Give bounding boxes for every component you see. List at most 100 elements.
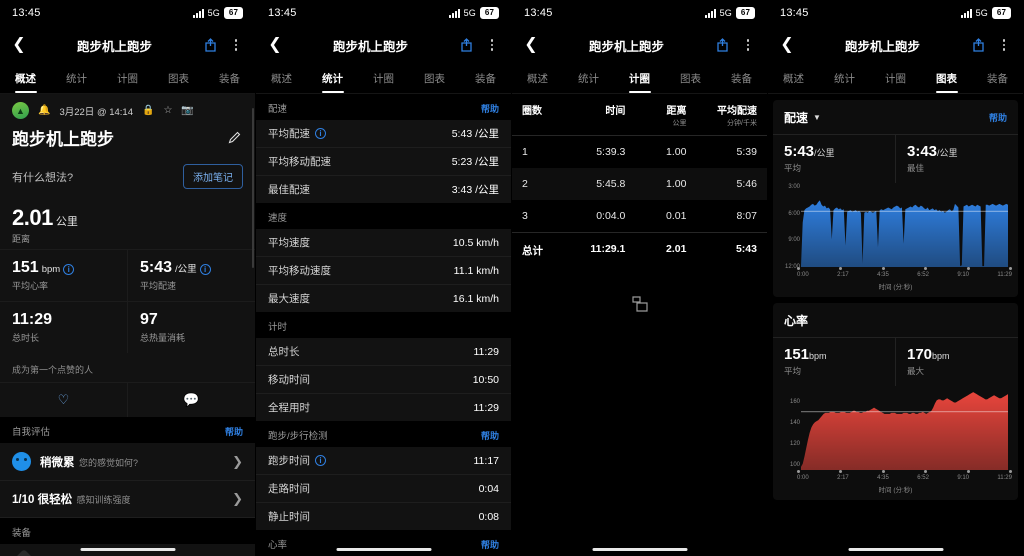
stat-grid-row-2: 11:29 总时长 97 总热量消耗 <box>0 301 255 353</box>
cell-time: 11:29.1 <box>590 243 626 255</box>
tab-laps[interactable]: 计圈 <box>614 64 665 93</box>
chart-layout-icon[interactable] <box>630 294 650 319</box>
pace-y-axis: 3:00 6:00 9:00 12:00 <box>784 184 800 270</box>
stat-avg-hr-label: 平均心率 <box>12 281 49 291</box>
section-title: 配速 <box>268 104 288 115</box>
overflow-menu-icon[interactable] <box>227 36 245 54</box>
page-title: 跑步机上跑步 <box>76 39 152 54</box>
tab-gear[interactable]: 装备 <box>972 64 1023 93</box>
tab-charts[interactable]: 图表 <box>153 64 204 93</box>
share-icon[interactable] <box>201 36 219 54</box>
chart-layout-icon-wrap <box>512 268 767 319</box>
table-row[interactable]: 3 0:04.0 0.01 8:07 <box>512 200 767 232</box>
tab-gear[interactable]: 装备 <box>460 64 511 93</box>
tab-laps[interactable]: 计圈 <box>102 64 153 93</box>
table-row[interactable]: 2 5:45.8 1.00 5:46 <box>512 168 767 200</box>
tab-stats[interactable]: 统计 <box>307 64 358 93</box>
self-assess-header: 自我评估 帮助 <box>0 417 255 443</box>
tab-stats[interactable]: 统计 <box>563 64 614 93</box>
tab-overview[interactable]: 概述 <box>256 64 307 93</box>
distance-value: 2.01 <box>12 205 53 230</box>
cell-time: 0:04.0 <box>596 210 626 222</box>
stat-avg-pace-label: 平均配速 <box>140 281 177 291</box>
add-note-button[interactable]: 添加笔记 <box>183 164 243 189</box>
info-icon[interactable]: i <box>315 128 326 139</box>
tab-stats[interactable]: 统计 <box>51 64 102 93</box>
tab-charts[interactable]: 图表 <box>409 64 460 93</box>
laps-body: 圈数 时间 距离 公里 平均配速 分钟/千米 1 5:39.3 1.00 5:3… <box>512 94 767 556</box>
star-icon[interactable]: ☆ <box>163 105 172 116</box>
overflow-menu-icon[interactable] <box>483 36 501 54</box>
back-icon[interactable]: ❮ <box>778 36 796 54</box>
help-link[interactable]: 帮助 <box>225 425 243 438</box>
section-card-speed: 平均速度 10.5 km/h 平均移动速度 11.1 km/h 最大速度 16.… <box>256 229 511 312</box>
feeling-title: 稍微累 <box>40 456 75 469</box>
heart-icon[interactable]: ♡ <box>0 383 127 417</box>
stat-row: 平均移动配速 5:23 /公里 <box>256 148 511 176</box>
share-icon[interactable] <box>969 36 987 54</box>
hr-chart-card: 心率 151bpm 平均 170bpm 最大 160 140 120 100 0… <box>773 303 1018 500</box>
tab-laps[interactable]: 计圈 <box>358 64 409 93</box>
photo-icon[interactable]: 📷 <box>181 105 193 116</box>
row-label: 平均移动配速 <box>268 156 331 168</box>
cell-lap: 1 <box>522 146 528 158</box>
tab-overview[interactable]: 概述 <box>0 64 51 93</box>
share-icon[interactable] <box>457 36 475 54</box>
tab-gear[interactable]: 装备 <box>204 64 255 93</box>
list-item-feeling[interactable]: 稍微累 您的感觉如何? ❯ <box>0 443 255 481</box>
status-bar: 13:45 5G 67 <box>256 0 511 26</box>
row-value: 11:29 <box>473 401 500 414</box>
table-row[interactable]: 1 5:39.3 1.00 5:39 <box>512 136 767 168</box>
hr-max-value: 170 <box>907 346 933 363</box>
stat-avg-hr-value: 151 <box>12 259 39 276</box>
activity-date: 3月22日 @ 14:14 <box>59 106 133 118</box>
back-icon[interactable]: ❮ <box>522 36 540 54</box>
tab-laps[interactable]: 计圈 <box>870 64 921 93</box>
pace-avg-label: 平均 <box>784 163 802 173</box>
info-icon[interactable]: i <box>199 264 211 275</box>
hr-plot: 160 140 120 100 <box>779 390 1012 470</box>
list-item-effort[interactable]: 1/10 很轻松 感知训练强度 ❯ <box>0 481 255 518</box>
info-icon[interactable]: i <box>63 264 75 275</box>
avatar[interactable]: ▲ <box>12 102 29 119</box>
help-link[interactable]: 帮助 <box>989 111 1007 124</box>
tab-bar: 概述 统计 计圈 图表 装备 <box>0 64 255 94</box>
tab-charts[interactable]: 图表 <box>921 64 972 93</box>
stat-avg-pace: 5:43/公里 i 平均配速 <box>127 250 255 301</box>
status-time: 13:45 <box>524 7 553 19</box>
cell-distance: 2.01 <box>666 243 687 255</box>
row-value: 10.5 km/h <box>452 236 499 249</box>
tab-overview[interactable]: 概述 <box>768 64 819 93</box>
comment-icon[interactable]: 💬 <box>127 383 255 417</box>
stat-avg-hr-unit: bpm <box>41 264 61 275</box>
pace-chart-title: 配速 <box>784 111 809 125</box>
lock-icon[interactable]: 🔒 <box>142 105 154 116</box>
bell-icon: 🔔 <box>38 105 51 116</box>
info-icon[interactable]: i <box>315 455 326 466</box>
help-link[interactable]: 帮助 <box>481 429 499 442</box>
help-link[interactable]: 帮助 <box>481 538 499 551</box>
tab-gear[interactable]: 装备 <box>716 64 767 93</box>
share-icon[interactable] <box>713 36 731 54</box>
help-link[interactable]: 帮助 <box>481 102 499 115</box>
tab-stats[interactable]: 统计 <box>819 64 870 93</box>
back-icon[interactable]: ❮ <box>10 36 28 54</box>
face-icon <box>12 452 31 471</box>
chevron-down-icon[interactable]: ▼ <box>813 113 821 122</box>
status-bar: 13:45 5G 67 <box>0 0 255 26</box>
activity-card: ▲ 🔔 3月22日 @ 14:14 🔒 ☆ 📷 跑步机上跑步 有什么想法? 添加… <box>0 94 255 417</box>
tab-charts[interactable]: 图表 <box>665 64 716 93</box>
scrollbar[interactable] <box>252 108 254 268</box>
cell-lap: 2 <box>522 178 528 190</box>
signal-icon <box>448 8 460 18</box>
overflow-menu-icon[interactable] <box>995 36 1013 54</box>
pencil-icon[interactable] <box>225 129 243 147</box>
tab-overview[interactable]: 概述 <box>512 64 563 93</box>
section-header-hr: 心率 帮助 <box>256 530 511 556</box>
back-icon[interactable]: ❮ <box>266 36 284 54</box>
pace-best-unit: /公里 <box>937 148 958 158</box>
gear-header: 装备 <box>0 518 255 544</box>
overflow-menu-icon[interactable] <box>739 36 757 54</box>
panel-overview: 13:45 5G 67 ❮ 跑步机上跑步 概述 统计 计圈 图表 装备 ▲ 🔔 … <box>0 0 256 556</box>
chevron-right-icon: ❯ <box>232 453 243 469</box>
